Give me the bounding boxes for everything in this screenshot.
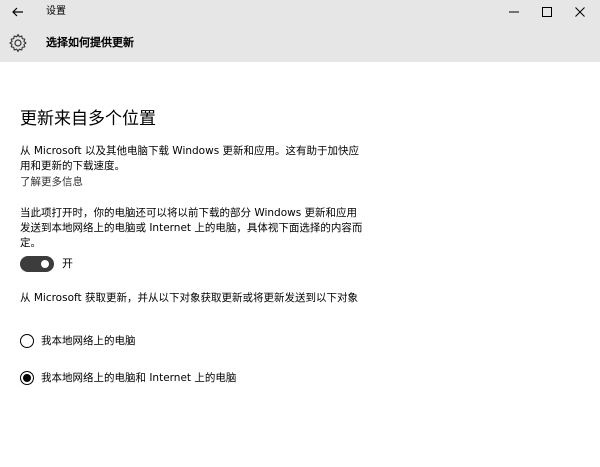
radio-option-local-and-internet[interactable]: 我本地网络上的电脑和 Internet 上的电脑 [20, 369, 236, 387]
maximize-button[interactable] [531, 0, 563, 24]
page-header-bar: 选择如何提供更新 [0, 24, 600, 62]
close-button[interactable] [564, 0, 596, 24]
toggle-description: 当此项打开时，你的电脑还可以将以前下载的部分 Windows 更新和应用发送到本… [20, 207, 363, 249]
options-description: 从 Microsoft 获取更新，并从以下对象获取更新或将更新发送到以下对象 [20, 292, 358, 304]
back-button[interactable] [0, 0, 36, 24]
section-title: 更新来自多个位置 [20, 109, 156, 129]
close-icon [575, 7, 585, 17]
radio-label: 我本地网络上的电脑和 Internet 上的电脑 [41, 371, 237, 384]
radio-option-local-network[interactable]: 我本地网络上的电脑 [20, 332, 136, 350]
radio-label: 我本地网络上的电脑 [41, 334, 136, 347]
learn-more-link[interactable]: 了解更多信息 [20, 175, 83, 190]
back-arrow-icon [12, 7, 23, 17]
toggle-knob [41, 260, 49, 268]
radio-selected-dot [23, 374, 31, 382]
radio-button-selected[interactable] [20, 371, 34, 385]
maximize-icon [542, 7, 552, 17]
gear-icon [9, 33, 27, 53]
minimize-icon [509, 11, 519, 13]
minimize-button[interactable] [498, 0, 530, 24]
delivery-optimization-toggle[interactable] [20, 256, 54, 272]
radio-button-unselected[interactable] [20, 334, 34, 348]
settings-window: 设置 选择如何提供更新 更新来自多个位置 从 Microsoft 以及其他电脑下… [0, 0, 600, 467]
app-title: 设置 [46, 6, 66, 17]
page-title: 选择如何提供更新 [46, 36, 134, 49]
toggle-state-label: 开 [62, 257, 73, 270]
description-paragraph: 从 Microsoft 以及其他电脑下载 Windows 更新和应用。这有助于加… [20, 145, 360, 172]
title-bar: 设置 [0, 0, 600, 24]
